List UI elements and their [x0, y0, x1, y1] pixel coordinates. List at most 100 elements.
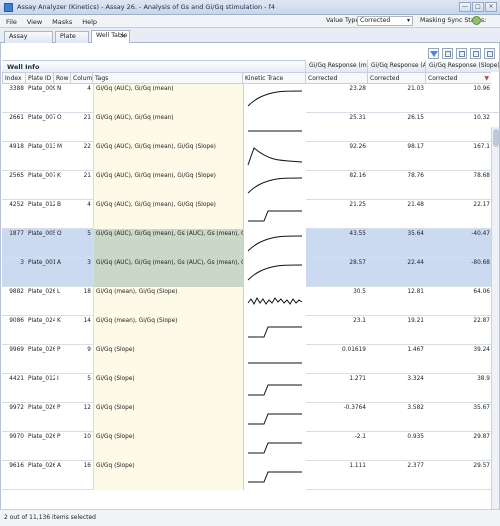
minimize-button[interactable]: —: [459, 2, 471, 12]
cell-kinetic-trace: [243, 461, 306, 490]
cell-auc-corrected: 21.03: [407, 86, 424, 92]
grid-glyph: [445, 51, 451, 57]
cell-kinetic-trace: [243, 258, 306, 287]
cell-slope-corrected: 22.87: [473, 318, 490, 324]
grid-icon[interactable]: [442, 48, 453, 59]
table-row-2[interactable]: 4918 Plate_013 M 22 Gi/Gq (AUC), Gi/Gq (…: [2, 142, 499, 171]
cell-tags: Gi/Gq (AUC), Gi/Gq (mean), Gs (AUC), Gs …: [93, 229, 243, 258]
cell-mean-corrected: 28.57: [349, 260, 366, 266]
cell-kinetic-trace: [243, 374, 306, 403]
table-row-11[interactable]: 9972 Plate_026 P 12 Gi/Gq (Slope) -0.376…: [2, 403, 499, 432]
column-plate-id[interactable]: Plate ID: [25, 72, 53, 84]
tab-assay-overview[interactable]: Assay Overview: [4, 31, 53, 50]
table-row-13[interactable]: 9616 Plate_026 A 16 Gi/Gq (Slope) 1.111 …: [2, 461, 499, 490]
kinetic-trace-plot: [247, 264, 303, 281]
kinetic-trace-line: [247, 235, 303, 252]
column-row[interactable]: Row: [53, 72, 70, 84]
cell-auc-corrected: 78.76: [407, 173, 424, 179]
menu-file[interactable]: File: [0, 15, 19, 26]
cell-index: 1877: [9, 231, 24, 237]
settings-glyph: [487, 51, 493, 57]
kinetic-trace-line: [248, 471, 302, 483]
cell-slope-corrected: 39.24: [473, 347, 490, 353]
value-type-label: Value Type:: [326, 17, 362, 24]
cell-mean-corrected: 30.5: [353, 289, 366, 295]
menu-masks[interactable]: Masks: [46, 15, 74, 26]
cell-mean-corrected: 82.16: [349, 173, 366, 179]
cell-auc-corrected: 0.935: [407, 434, 424, 440]
cell-slope-corrected: 10.32: [473, 115, 490, 121]
cell-column: 16: [83, 463, 91, 469]
kinetic-trace-plot: [247, 90, 303, 107]
menu-view[interactable]: View: [21, 15, 44, 26]
column-mean-corrected[interactable]: Corrected: [305, 72, 367, 84]
settings-icon[interactable]: [484, 48, 495, 59]
cell-auc-corrected: 19.21: [407, 318, 424, 324]
table-row-12[interactable]: 9970 Plate_026 P 10 Gi/Gq (Slope) -2.1 0…: [2, 432, 499, 461]
table-row-0[interactable]: 3388 Plate_009 N 4 Gi/Gq (AUC), Gi/Gq (m…: [2, 84, 499, 113]
tab-well-table[interactable]: Well Table ×: [91, 30, 130, 44]
cell-tags: Gi/Gq (Slope): [93, 403, 243, 432]
close-tab-icon[interactable]: ×: [120, 31, 126, 41]
cell-row: N: [57, 86, 62, 92]
value-type-value: Corrected: [360, 17, 391, 24]
cell-column: 21: [83, 115, 91, 121]
table-row-10[interactable]: 4421 Plate_012 I 5 Gi/Gq (Slope) 1.271 3…: [2, 374, 499, 403]
table-row-3[interactable]: 2565 Plate_007 K 21 Gi/Gq (AUC), Gi/Gq (…: [2, 171, 499, 200]
scrollbar-thumb[interactable]: [493, 129, 499, 147]
cell-column: 5: [87, 231, 91, 237]
column-slope-corrected[interactable]: Corrected ▼: [425, 72, 491, 84]
kinetic-trace-line: [248, 442, 302, 454]
kinetic-trace-plot: [248, 442, 302, 454]
cell-tags: Gi/Gq (mean), Gi/Gq (Slope): [93, 316, 243, 345]
filter-icon[interactable]: [428, 48, 439, 59]
column-auc-corrected[interactable]: Corrected: [367, 72, 425, 84]
chart-icon[interactable]: [456, 48, 467, 59]
column-kinetic-trace[interactable]: Kinetic Trace: [242, 72, 305, 84]
vertical-scrollbar[interactable]: [491, 127, 499, 526]
group-header-mean: Gi/Gq Response (mean): [305, 60, 367, 72]
kinetic-trace-plot: [248, 413, 302, 425]
cell-tags: Gi/Gq (AUC), Gi/Gq (mean): [93, 84, 243, 113]
cell-kinetic-trace: [243, 432, 306, 461]
table-row-7[interactable]: 9882 Plate_026 L 18 Gi/Gq (mean), Gi/Gq …: [2, 287, 499, 316]
cell-mean-corrected: 1.271: [349, 376, 366, 382]
cell-slope-corrected: 35.67: [473, 405, 490, 411]
sort-indicator-icon: ▼: [484, 75, 489, 82]
table-row-4[interactable]: 4252 Plate_012 B 4 Gi/Gq (AUC), Gi/Gq (m…: [2, 200, 499, 229]
cell-kinetic-trace: [243, 403, 306, 432]
column-index[interactable]: Index: [2, 72, 25, 84]
cell-mean-corrected: 25.31: [349, 115, 366, 121]
cell-auc-corrected: 12.81: [407, 289, 424, 295]
chevron-down-icon: ▾: [406, 17, 410, 24]
value-type-select[interactable]: Corrected ▾: [357, 16, 413, 26]
maximize-button[interactable]: □: [472, 2, 484, 12]
cell-index: 9972: [9, 405, 24, 411]
cell-slope-corrected: -80.68: [471, 260, 490, 266]
column-column[interactable]: Column: [70, 72, 92, 84]
table-icon[interactable]: [470, 48, 481, 59]
selection-status-text: 2 out of 11,136 items selected: [4, 514, 96, 521]
cell-kinetic-trace: [243, 200, 306, 229]
table-row-1[interactable]: 2661 Plate_007 O 21 Gi/Gq (AUC), Gi/Gq (…: [2, 113, 499, 142]
column-tags[interactable]: Tags: [92, 72, 242, 84]
tab-plate-lens[interactable]: Plate Lens: [55, 31, 89, 50]
kinetic-trace-plot: [248, 130, 302, 132]
status-bar: 2 out of 11,136 items selected: [0, 509, 500, 526]
cell-kinetic-trace: [243, 287, 306, 316]
cell-slope-corrected: 64.06: [473, 289, 490, 295]
table-row-9[interactable]: 9969 Plate_026 P 9 Gi/Gq (Slope) 0.01619…: [2, 345, 499, 374]
table-row-6[interactable]: 3 Plate_001 A 3 Gi/Gq (AUC), Gi/Gq (mean…: [2, 258, 499, 287]
cell-mean-corrected: -0.3764: [343, 405, 366, 411]
cell-column: 22: [83, 144, 91, 150]
kinetic-trace-line: [247, 264, 303, 281]
cell-index: 3: [20, 260, 24, 266]
table-row-5[interactable]: 1877 Plate_005 O 5 Gi/Gq (AUC), Gi/Gq (m…: [2, 229, 499, 258]
cell-row: K: [57, 318, 61, 324]
table-row-8[interactable]: 9086 Plate_024 K 14 Gi/Gq (mean), Gi/Gq …: [2, 316, 499, 345]
cell-index: 3388: [9, 86, 24, 92]
close-button[interactable]: ×: [485, 2, 497, 12]
cell-slope-corrected: 22.17: [473, 202, 490, 208]
menu-help[interactable]: Help: [76, 15, 99, 26]
cell-row: P: [57, 347, 61, 353]
